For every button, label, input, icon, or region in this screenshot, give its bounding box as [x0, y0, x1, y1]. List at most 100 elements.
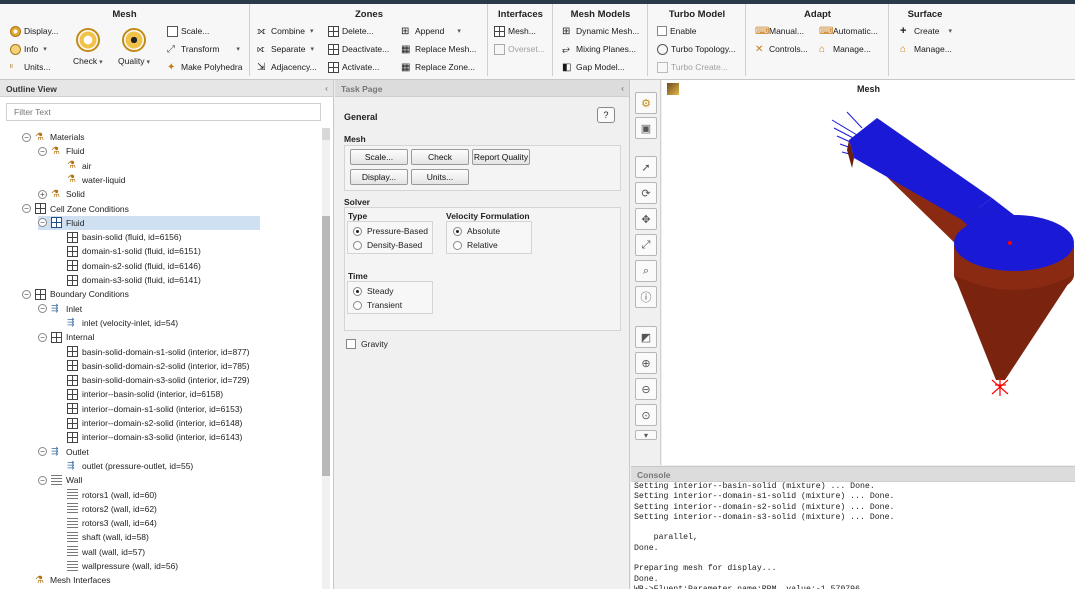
tree-node[interactable]: − Cell Zone Conditions [22, 202, 129, 216]
expand-node-icon[interactable]: + [38, 189, 47, 199]
rotate-tool-button[interactable]: ⟳ [635, 182, 657, 204]
replace-zone-button[interactable]: ▦ Replace Zone... [401, 60, 475, 74]
tree-node[interactable]: − ⚗ Fluid [38, 144, 84, 158]
scale-button[interactable]: Scale... [350, 149, 408, 165]
scroll-up-arrow-icon[interactable] [322, 128, 330, 140]
dynamic-mesh-button[interactable]: ⊞ Dynamic Mesh... [562, 24, 639, 38]
activate-button[interactable]: Activate... [328, 60, 379, 74]
collapse-node-icon[interactable]: − [22, 132, 31, 142]
adapt-controls-button[interactable]: ✕ Controls... [755, 42, 808, 56]
adjacency-button[interactable]: ⇲ Adjacency... [257, 60, 317, 74]
outline-scrollbar[interactable] [322, 128, 330, 589]
append-button[interactable]: ⊞ Append ▾ [401, 24, 461, 38]
overset-button[interactable]: Overset... [494, 42, 545, 56]
tree-node[interactable]: − Boundary Conditions [22, 287, 129, 301]
collapse-node-icon[interactable]: − [38, 304, 47, 314]
delete-button[interactable]: Delete... [328, 24, 374, 38]
scrollbar-thumb[interactable] [322, 216, 330, 476]
help-button[interactable]: ? [597, 107, 615, 123]
tree-node[interactable]: interior--basin-solid (interior, id=6158… [54, 387, 223, 401]
tree-node[interactable]: ⚗ air [54, 159, 91, 173]
adapt-manage-button[interactable]: ⌂ Manage... [819, 42, 871, 56]
scale-button[interactable]: Scale... [167, 24, 209, 38]
separate-button[interactable]: ⟖ Separate ▾ [257, 42, 314, 56]
deactivate-button[interactable]: Deactivate... [328, 42, 389, 56]
adapt-automatic-button[interactable]: ⌨ Automatic... [819, 24, 878, 38]
graphics-viewport[interactable]: Mesh [662, 80, 1075, 465]
outline-filter-input[interactable] [6, 103, 321, 121]
mesh-interfaces-button[interactable]: Mesh... [494, 24, 536, 38]
pressure-based-radio[interactable]: Pressure-Based [353, 225, 428, 237]
tree-node[interactable]: basin-solid (fluid, id=6156) [54, 230, 181, 244]
zoom-box-button[interactable]: ⌕ [635, 260, 657, 282]
tree-node[interactable]: − ⇶ Inlet [38, 302, 82, 316]
tree-node[interactable]: domain-s2-solid (fluid, id=6146) [54, 259, 201, 273]
gap-model-button[interactable]: ◧ Gap Model... [562, 60, 625, 74]
tree-node[interactable]: domain-s1-solid (fluid, id=6151) [54, 244, 201, 258]
absolute-radio[interactable]: Absolute [453, 225, 500, 237]
collapse-node-icon[interactable]: − [22, 204, 31, 213]
combine-button[interactable]: ⟗ Combine ▾ [257, 24, 314, 38]
collapse-node-icon[interactable]: − [38, 447, 47, 457]
collapse-icon[interactable]: ‹ [621, 83, 624, 93]
turbo-enable-checkbox[interactable]: Enable [657, 24, 696, 38]
tree-node[interactable]: ⚗ water-liquid [54, 173, 125, 187]
turbo-topology-button[interactable]: Turbo Topology... [657, 42, 736, 56]
display-button[interactable]: Display... [10, 24, 58, 38]
tree-node[interactable]: − Fluid [38, 215, 260, 230]
tree-node[interactable]: interior--domain-s2-solid (interior, id=… [54, 416, 242, 430]
collapse-node-icon[interactable]: − [38, 332, 47, 342]
tree-node[interactable]: rotors1 (wall, id=60) [54, 488, 157, 502]
replace-mesh-button[interactable]: ▦ Replace Mesh... [401, 42, 476, 56]
zoom-out-button[interactable]: ⊖ [635, 378, 657, 400]
density-based-radio[interactable]: Density-Based [353, 239, 422, 251]
gravity-checkbox[interactable]: Gravity [346, 338, 388, 350]
relative-radio[interactable]: Relative [453, 239, 498, 251]
tree-node[interactable]: − Internal [38, 330, 94, 344]
mixing-planes-button[interactable]: ⥂ Mixing Planes... [562, 42, 636, 56]
fluent-logo-button[interactable]: ⚙ [635, 92, 657, 114]
zoom-fit-button[interactable]: ⊙ [635, 404, 657, 426]
adapt-manual-button[interactable]: ⌨ Manual... [755, 24, 804, 38]
collapse-node-icon[interactable]: − [38, 146, 47, 156]
transient-radio[interactable]: Transient [353, 299, 402, 311]
select-tool-button[interactable]: ➚ [635, 156, 657, 178]
surface-manage-button[interactable]: ⌂ Manage... [900, 42, 952, 56]
tree-node[interactable]: basin-solid-domain-s1-solid (interior, i… [54, 345, 249, 359]
tree-node[interactable]: ⇶ outlet (pressure-outlet, id=55) [54, 459, 193, 473]
console-output[interactable]: Setting interior--basin-solid (mixture) … [634, 482, 1070, 589]
collapse-node-icon[interactable]: − [38, 218, 47, 228]
zoom-tool-button[interactable]: ⤢ [635, 234, 657, 256]
tree-node[interactable]: interior--domain-s1-solid (interior, id=… [54, 402, 242, 416]
fit-window-button[interactable]: ▣ [635, 117, 657, 139]
units-button[interactable]: ᴵᴵ Units... [10, 60, 50, 74]
pan-tool-button[interactable]: ✥ [635, 208, 657, 230]
collapse-node-icon[interactable]: − [38, 475, 47, 485]
fit-to-window-button[interactable]: ◩ [635, 326, 657, 348]
tree-node[interactable]: basin-solid-domain-s2-solid (interior, i… [54, 359, 249, 373]
tree-node[interactable]: − ⚗ Materials [22, 130, 84, 144]
tree-node[interactable]: − Wall [38, 473, 82, 487]
tree-node[interactable]: rotors3 (wall, id=64) [54, 516, 157, 530]
tree-node[interactable]: wall (wall, id=57) [54, 545, 145, 559]
tree-node[interactable]: + ⚗ Solid [38, 187, 85, 201]
tree-node[interactable]: basin-solid-domain-s3-solid (interior, i… [54, 373, 249, 387]
tree-node[interactable]: − ⇶ Outlet [38, 445, 89, 459]
info-button[interactable]: Info ▾ [10, 42, 47, 56]
surface-create-button[interactable]: + Create ▾ [900, 24, 952, 38]
report-quality-button[interactable]: Report Quality [472, 149, 530, 165]
tree-node[interactable]: interior--domain-s3-solid (interior, id=… [54, 430, 242, 444]
tree-node[interactable]: domain-s3-solid (fluid, id=6141) [54, 273, 201, 287]
units-button[interactable]: Units... [411, 169, 469, 185]
display-button[interactable]: Display... [350, 169, 408, 185]
transform-button[interactable]: ⤢ Transform ▾ [167, 42, 240, 56]
tree-node[interactable]: ⇶ inlet (velocity-inlet, id=54) [54, 316, 178, 330]
quality-button[interactable]: Quality ▾ [118, 28, 150, 66]
probe-button[interactable]: ⓘ [635, 286, 657, 308]
tree-node[interactable]: shaft (wall, id=58) [54, 530, 149, 544]
tree-node[interactable]: wallpressure (wall, id=56) [54, 559, 178, 573]
turbo-create-button[interactable]: Turbo Create... [657, 60, 728, 74]
make-polyhedra-button[interactable]: ✦ Make Polyhedra [167, 60, 242, 74]
tree-node[interactable]: rotors2 (wall, id=62) [54, 502, 157, 516]
check-button[interactable]: Check [411, 149, 469, 165]
